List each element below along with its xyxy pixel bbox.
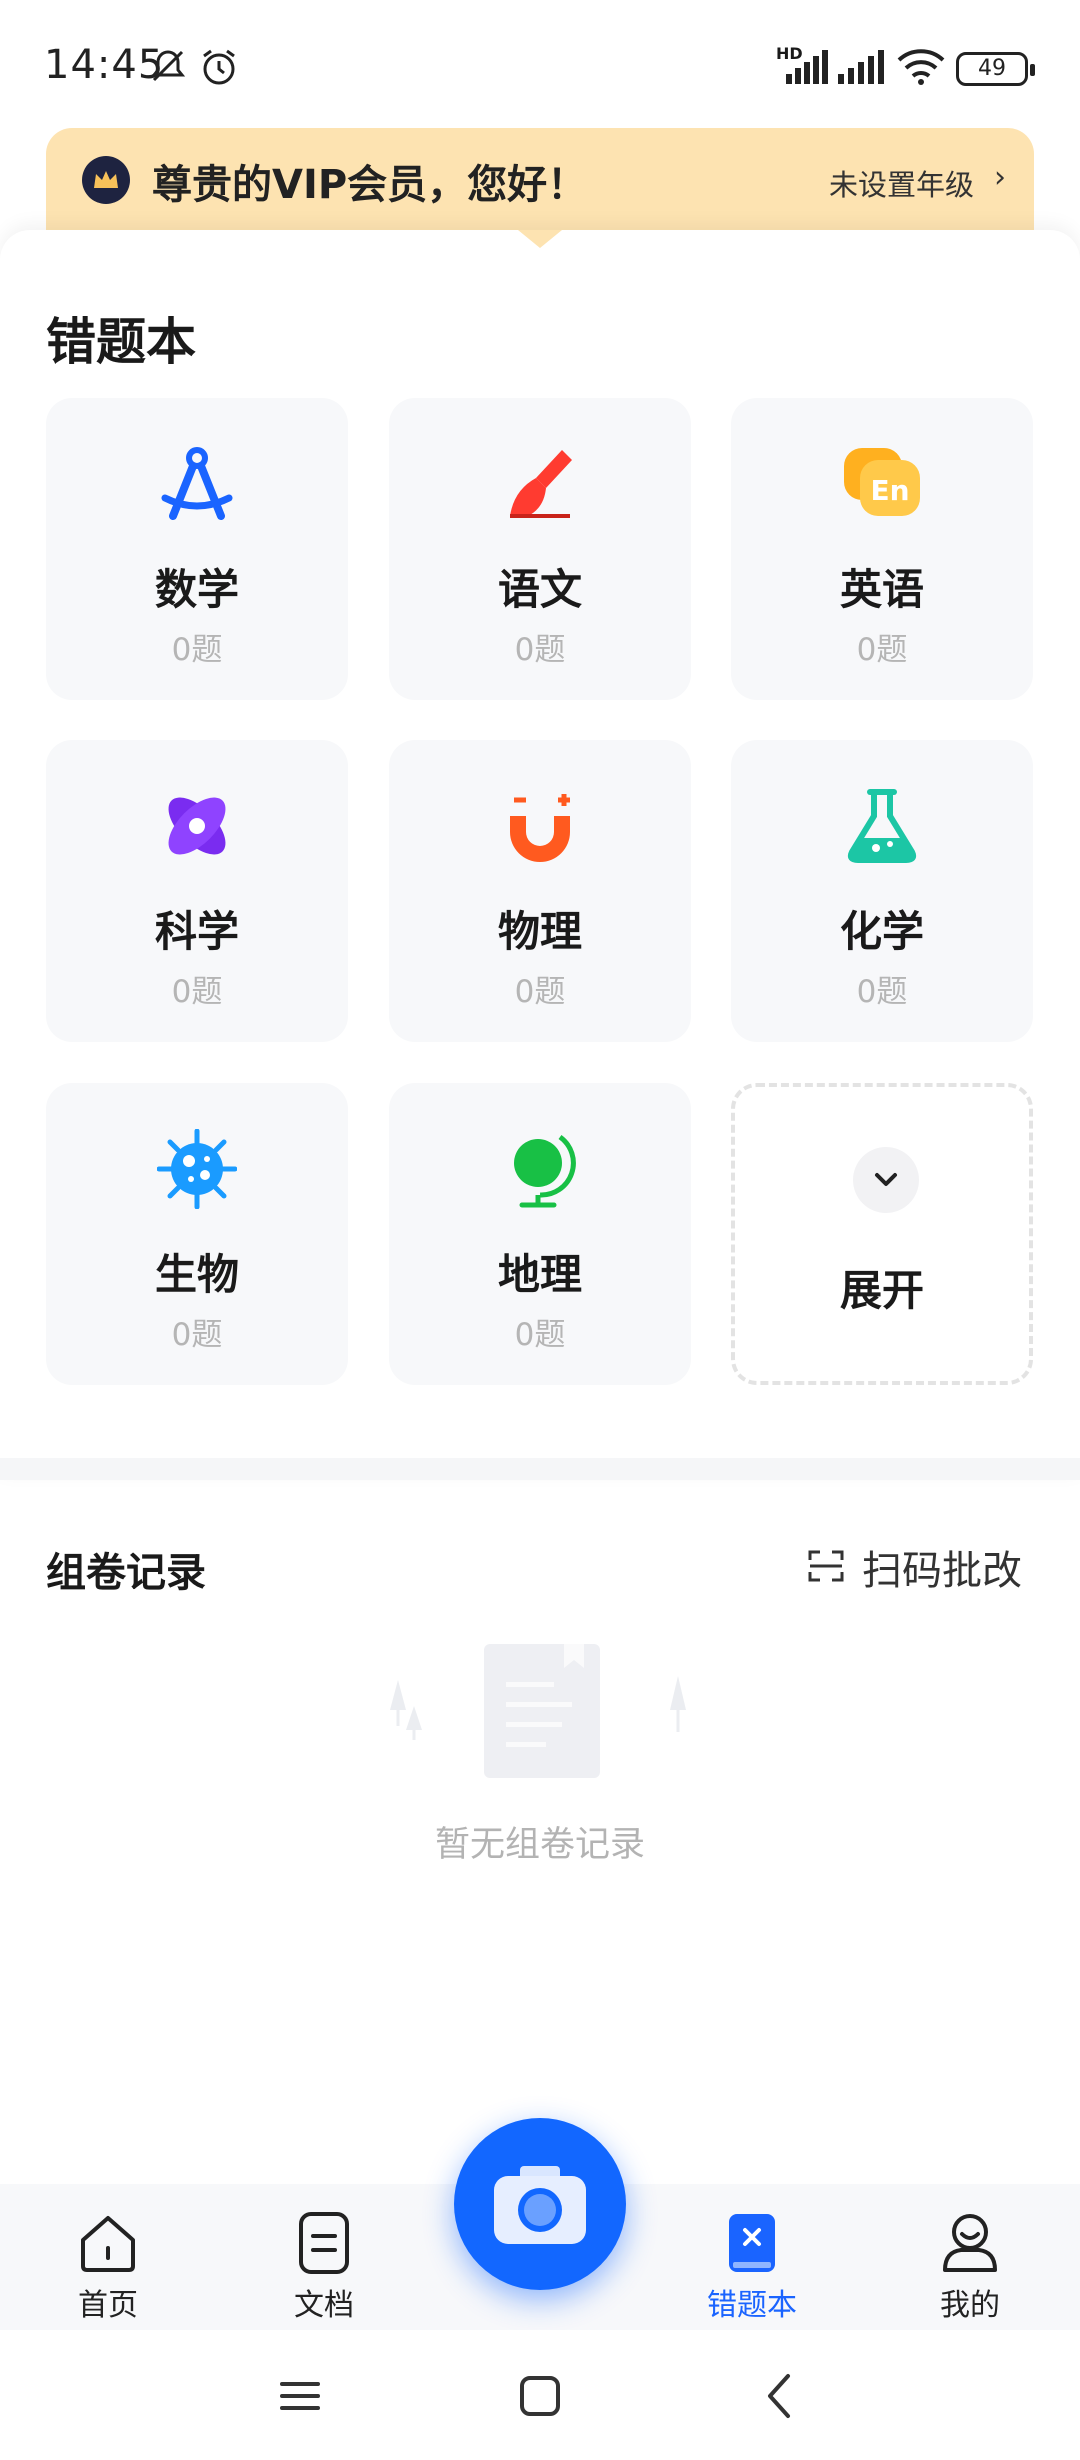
subject-name: 英语 (839, 565, 924, 614)
camera-icon (490, 2160, 590, 2252)
subject-name: 语文 (497, 565, 582, 614)
records-title: 组卷记录 (46, 1550, 206, 1596)
expand-subjects-button[interactable]: 展开 (731, 1083, 1033, 1385)
subject-tile-math[interactable]: 数学 0题 (46, 398, 348, 700)
scan-icon (806, 1546, 846, 1586)
home-square-icon[interactable] (510, 2366, 570, 2426)
tab-label: 错题本 (707, 2288, 797, 2323)
subject-count: 0题 (856, 632, 908, 668)
subject-tile-biology[interactable]: 生物 0题 (46, 1083, 348, 1385)
chevron-right-icon: › (994, 160, 1006, 195)
globe-icon (500, 1129, 580, 1209)
home-icon (75, 2210, 141, 2276)
subject-tile-science[interactable]: 科学 0题 (46, 740, 348, 1042)
profile-icon (937, 2210, 1003, 2276)
camera-button[interactable] (454, 2118, 626, 2290)
subject-count: 0题 (514, 1317, 566, 1353)
subject-name: 化学 (839, 907, 924, 956)
subject-name: 数学 (154, 565, 239, 614)
vip-greeting: 尊贵的VIP会员，您好！ (152, 162, 588, 208)
expand-label: 展开 (839, 1266, 924, 1315)
tab-documents[interactable]: 文档 (254, 2210, 394, 2330)
banner-pointer (518, 230, 562, 248)
crown-icon (82, 156, 130, 204)
subject-name: 科学 (154, 907, 239, 956)
flask-icon (842, 786, 922, 866)
tab-label: 文档 (294, 2288, 354, 2323)
tab-wrong-book[interactable]: 错题本 (682, 2210, 822, 2330)
menu-icon[interactable] (270, 2366, 330, 2426)
document-icon (291, 2210, 357, 2276)
scan-grade-button[interactable]: 扫码批改 (806, 1538, 1026, 1594)
status-bar: 14:45 HD 49 (0, 0, 1080, 130)
brush-icon (500, 444, 580, 524)
signal-icon-1 (780, 50, 828, 88)
subject-name: 物理 (497, 907, 582, 956)
subject-count: 0题 (856, 974, 908, 1010)
tab-profile[interactable]: 我的 (900, 2210, 1040, 2330)
wifi-icon (896, 48, 946, 90)
subject-tile-chinese[interactable]: 语文 0题 (389, 398, 691, 700)
virus-icon (156, 1128, 238, 1210)
tab-label: 我的 (940, 2288, 1000, 2323)
subject-count: 0题 (171, 632, 223, 668)
grade-link[interactable]: 未设置年级 (829, 162, 974, 204)
system-navigation-bar (0, 2330, 1080, 2460)
empty-state-illustration (380, 1640, 700, 1780)
signal-icon-2 (838, 50, 886, 88)
alarm-icon (198, 46, 240, 92)
subject-name: 地理 (497, 1250, 582, 1299)
subject-tile-english[interactable]: En 英语 0题 (731, 398, 1033, 700)
empty-state-text: 暂无组卷记录 (434, 1825, 645, 1865)
svg-text:En: En (870, 474, 909, 507)
wrong-book-icon (719, 2210, 785, 2276)
section-divider (0, 1458, 1080, 1480)
battery-indicator: 49 (956, 52, 1035, 86)
subject-tile-geography[interactable]: 地理 0题 (389, 1083, 691, 1385)
subject-count: 0题 (171, 974, 223, 1010)
subject-tile-chemistry[interactable]: 化学 0题 (731, 740, 1033, 1042)
subject-tile-physics[interactable]: 物理 0题 (389, 740, 691, 1042)
chevron-down-icon (853, 1147, 919, 1213)
english-bubble-icon: En (842, 444, 922, 524)
page-title: 错题本 (46, 313, 196, 371)
vip-banner[interactable]: 尊贵的VIP会员，您好！ 未设置年级 › (46, 128, 1034, 232)
status-time: 14:45 (44, 42, 165, 88)
subject-count: 0题 (171, 1317, 223, 1353)
scan-label: 扫码批改 (862, 1548, 1022, 1594)
atom-icon (157, 786, 237, 866)
tab-label: 首页 (78, 2288, 138, 2323)
tab-home[interactable]: 首页 (38, 2210, 178, 2330)
mute-icon (148, 46, 188, 90)
subject-count: 0题 (514, 632, 566, 668)
back-icon[interactable] (750, 2366, 810, 2426)
magnet-icon (500, 786, 580, 866)
compass-icon (157, 444, 237, 524)
subject-name: 生物 (154, 1250, 239, 1299)
subject-count: 0题 (514, 974, 566, 1010)
